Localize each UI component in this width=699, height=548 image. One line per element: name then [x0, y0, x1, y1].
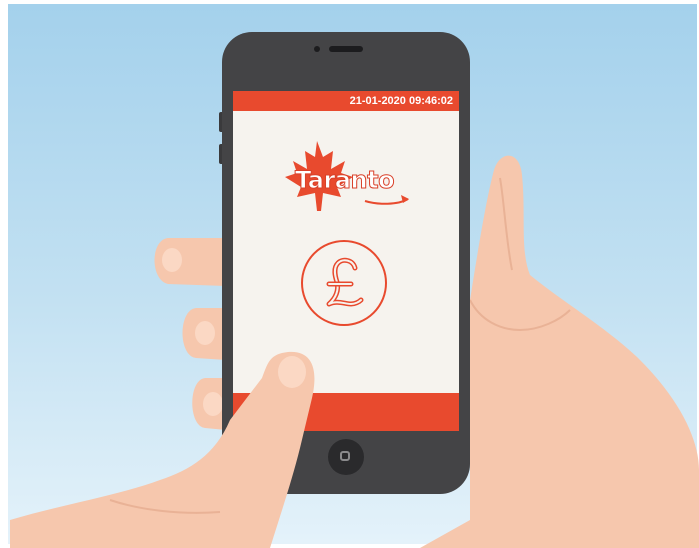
left-thumb [10, 351, 315, 548]
illustration: 21-01-2020 09:46:02 Taranto [0, 0, 699, 548]
